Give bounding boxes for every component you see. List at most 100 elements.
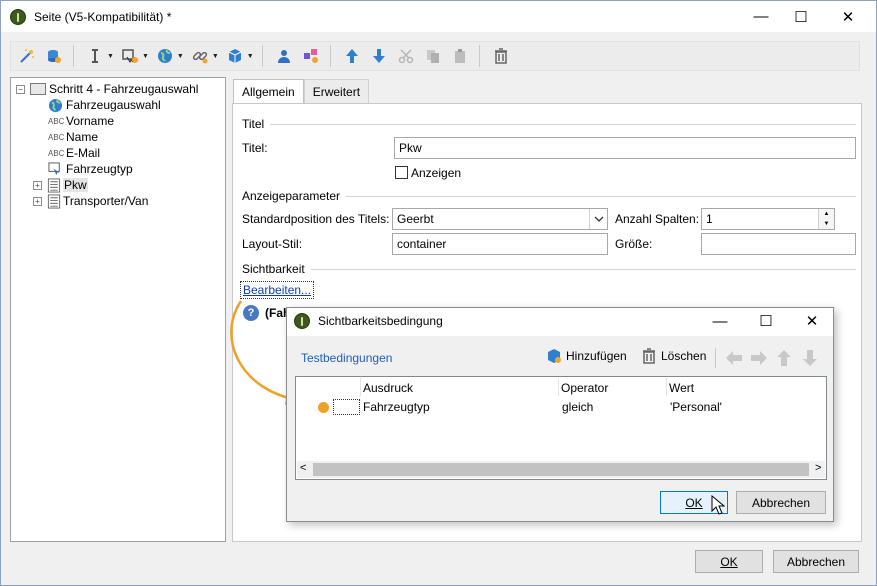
copy-icon[interactable] bbox=[422, 45, 444, 67]
titel-input[interactable]: Pkw bbox=[394, 137, 856, 159]
standardposition-label: Standardposition des Titels: bbox=[242, 212, 390, 226]
tree-item[interactable]: + Transporter/Van bbox=[33, 193, 148, 209]
trash-icon[interactable] bbox=[490, 45, 512, 67]
delete-condition-button[interactable]: Löschen bbox=[641, 348, 706, 364]
chevron-down-icon[interactable] bbox=[589, 209, 607, 229]
tab-bar: Allgemein Erweitert bbox=[233, 79, 370, 104]
groesse-label: Größe: bbox=[615, 237, 653, 251]
link-icon[interactable] bbox=[189, 45, 211, 67]
conditions-grid[interactable]: Ausdruck Operator Wert Fahrzeugtyp gleic… bbox=[295, 376, 827, 480]
standardposition-select[interactable]: Geerbt bbox=[392, 208, 608, 230]
tree-item[interactable]: ABC E-Mail bbox=[48, 145, 100, 161]
scroll-left-icon[interactable]: < bbox=[300, 462, 306, 474]
testbedingungen-label: Testbedingungen bbox=[301, 351, 393, 365]
table-row[interactable]: Fahrzeugtyp gleich 'Personal' bbox=[296, 398, 826, 416]
list-icon bbox=[47, 177, 61, 193]
arrow-up-icon[interactable] bbox=[776, 349, 792, 367]
anzahl-spalten-label: Anzahl Spalten: bbox=[615, 212, 700, 226]
text-cursor-icon[interactable] bbox=[84, 45, 106, 67]
package-dropdown-icon[interactable]: ▼ bbox=[247, 53, 254, 60]
app-logo-icon bbox=[10, 8, 26, 25]
form-add-icon[interactable] bbox=[119, 45, 141, 67]
column-header-ausdruck[interactable]: Ausdruck bbox=[363, 381, 413, 395]
arrow-right-icon[interactable] bbox=[750, 350, 768, 366]
paste-icon[interactable] bbox=[449, 45, 471, 67]
close-button[interactable]: ✕ bbox=[825, 1, 871, 32]
database-icon[interactable] bbox=[43, 45, 65, 67]
scroll-right-icon[interactable]: > bbox=[815, 462, 821, 474]
scroll-thumb[interactable] bbox=[313, 463, 809, 476]
ok-button[interactable]: OK bbox=[695, 550, 763, 573]
title-bar: Seite (V5-Kompatibilität) * — ☐ ✕ bbox=[1, 1, 876, 32]
visibility-dialog: Sichtbarkeitsbedingung — ☐ ✕ Testbedingu… bbox=[286, 307, 834, 522]
structure-tree[interactable]: − Schritt 4 - Fahrzeugauswahl Fahrzeugau… bbox=[10, 77, 226, 542]
anzeigen-checkbox[interactable] bbox=[395, 166, 408, 179]
horizontal-scrollbar[interactable]: < > bbox=[297, 461, 825, 478]
toolbar: ▼ ▼ ▼ ▼ ▼ bbox=[10, 41, 860, 71]
expand-icon[interactable]: + bbox=[33, 196, 42, 206]
tree-item[interactable]: + Pkw bbox=[33, 177, 88, 193]
magic-wand-icon[interactable] bbox=[16, 45, 38, 67]
cut-icon[interactable] bbox=[395, 45, 417, 67]
spin-up-icon[interactable]: ▲ bbox=[819, 209, 834, 219]
anzeigen-label: Anzeigen bbox=[411, 166, 462, 180]
tree-root[interactable]: − Schritt 4 - Fahrzeugauswahl bbox=[16, 81, 198, 97]
dialog-minimize-button[interactable]: — bbox=[697, 308, 743, 334]
list-icon bbox=[47, 193, 61, 209]
toolbar-separator bbox=[715, 348, 716, 368]
dialog-title: Sichtbarkeitsbedingung bbox=[318, 314, 443, 328]
toolbar-separator bbox=[329, 45, 331, 67]
tab-erweitert[interactable]: Erweitert bbox=[303, 79, 370, 103]
dialog-maximize-button[interactable]: ☐ bbox=[743, 308, 789, 334]
tree-item[interactable]: Fahrzeugauswahl bbox=[48, 97, 161, 113]
spin-down-icon[interactable]: ▼ bbox=[819, 219, 834, 229]
layout-stil-label: Layout-Stil: bbox=[242, 237, 303, 251]
maximize-button[interactable]: ☐ bbox=[778, 1, 824, 32]
spin-buttons[interactable]: ▲ ▼ bbox=[818, 209, 834, 229]
collapse-icon[interactable]: − bbox=[16, 84, 25, 94]
column-header-wert[interactable]: Wert bbox=[669, 381, 694, 395]
arrow-left-icon[interactable] bbox=[725, 350, 743, 366]
abc-icon: ABC bbox=[48, 132, 65, 142]
status-dot-icon bbox=[318, 402, 329, 413]
page-icon bbox=[30, 83, 46, 95]
group-anzeigeparameter: Anzeigeparameter bbox=[242, 189, 856, 203]
text-cursor-dropdown-icon[interactable]: ▼ bbox=[107, 53, 114, 60]
expand-icon[interactable]: + bbox=[33, 180, 42, 190]
cancel-button[interactable]: Abbrechen bbox=[773, 550, 859, 573]
form-add-dropdown-icon[interactable]: ▼ bbox=[142, 53, 149, 60]
row-selector[interactable] bbox=[333, 399, 360, 415]
main-window: Seite (V5-Kompatibilität) * — ☐ ✕ ▼ ▼ ▼ … bbox=[0, 0, 877, 586]
tree-item[interactable]: Fahrzeugtyp bbox=[48, 161, 133, 177]
arrow-down-icon[interactable] bbox=[802, 349, 818, 367]
select-icon bbox=[48, 161, 61, 175]
component-add-icon[interactable] bbox=[300, 45, 322, 67]
tree-root-label: Schritt 4 - Fahrzeugauswahl bbox=[49, 82, 199, 96]
abc-icon: ABC bbox=[48, 116, 65, 126]
column-header-operator[interactable]: Operator bbox=[561, 381, 608, 395]
layout-stil-input[interactable]: container bbox=[392, 233, 608, 255]
titel-label: Titel: bbox=[242, 141, 268, 155]
column-divider bbox=[558, 378, 559, 396]
globe-icon[interactable] bbox=[154, 45, 176, 67]
tree-item[interactable]: ABC Vorname bbox=[48, 113, 114, 129]
anzahl-spalten-stepper[interactable]: 1 ▲ ▼ bbox=[701, 208, 835, 230]
arrow-down-icon[interactable] bbox=[368, 45, 390, 67]
window-title: Seite (V5-Kompatibilität) * bbox=[34, 9, 172, 24]
package-icon[interactable] bbox=[224, 45, 246, 67]
link-dropdown-icon[interactable]: ▼ bbox=[212, 53, 219, 60]
tree-item[interactable]: ABC Name bbox=[48, 129, 98, 145]
trash-icon bbox=[643, 348, 655, 364]
globe-dropdown-icon[interactable]: ▼ bbox=[177, 53, 184, 60]
groesse-input[interactable] bbox=[701, 233, 856, 255]
arrow-up-icon[interactable] bbox=[341, 45, 363, 67]
add-condition-button[interactable]: Hinzufügen bbox=[546, 348, 627, 364]
toolbar-separator bbox=[478, 45, 480, 67]
abc-icon: ABC bbox=[48, 148, 65, 158]
mouse-cursor-icon bbox=[711, 495, 725, 515]
dialog-cancel-button[interactable]: Abbrechen bbox=[736, 491, 826, 514]
tree-item-label: Name bbox=[66, 130, 99, 144]
user-icon[interactable] bbox=[273, 45, 295, 67]
dialog-close-button[interactable]: ✕ bbox=[789, 308, 835, 334]
tab-allgemein[interactable]: Allgemein bbox=[233, 79, 304, 104]
